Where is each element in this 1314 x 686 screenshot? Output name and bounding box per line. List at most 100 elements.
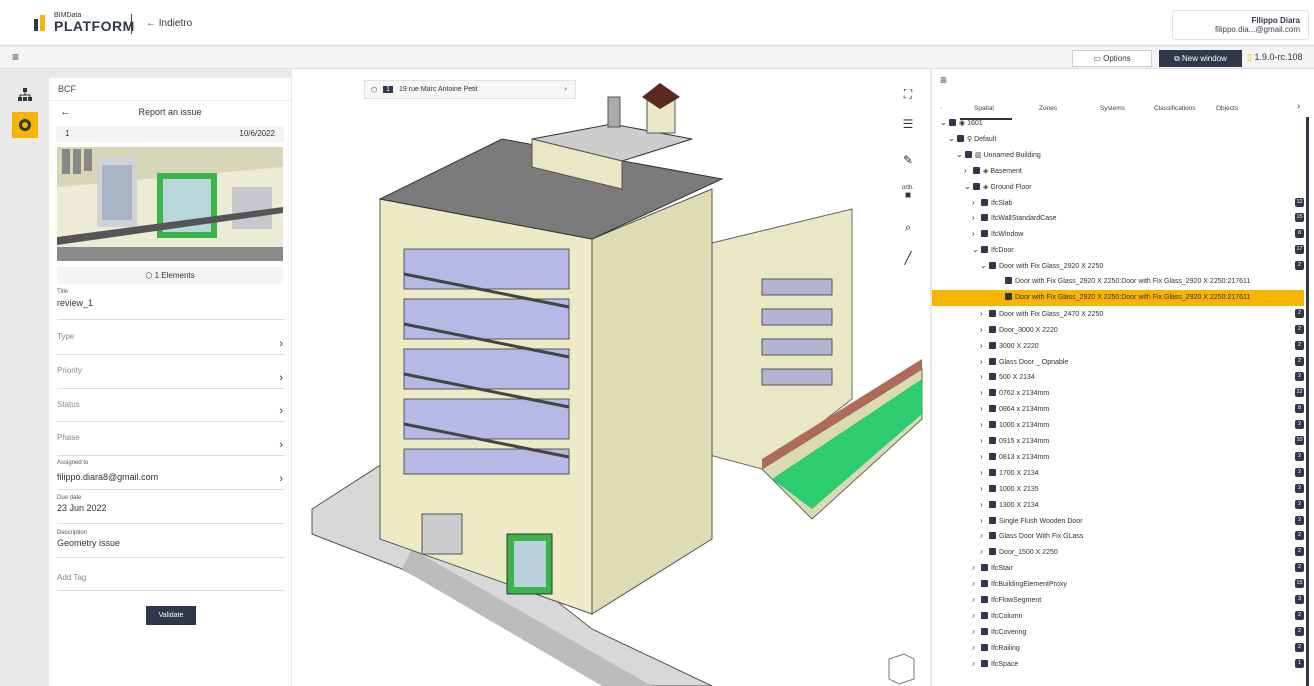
- checkbox[interactable]: [989, 262, 996, 270]
- model-selector[interactable]: ⬡ 1 19 rue Marc Antoine Petit ›: [364, 80, 576, 99]
- checkbox[interactable]: [981, 596, 988, 603]
- tree-row[interactable]: › Single Flush Wooden Door 2: [932, 513, 1304, 529]
- chevron-right-icon[interactable]: ›: [980, 338, 989, 354]
- tree-row[interactable]: › 0813 x 2134mm 2: [932, 449, 1304, 465]
- chevron-down-icon[interactable]: ⌄: [948, 131, 957, 147]
- checkbox[interactable]: [989, 309, 996, 317]
- type-select[interactable]: Type ›: [57, 332, 285, 355]
- chevron-right-icon[interactable]: ›: [972, 560, 981, 576]
- chevron-right-icon[interactable]: ›: [980, 481, 989, 497]
- checkbox[interactable]: [981, 643, 988, 651]
- tab-spatial[interactable]: Spatial: [974, 105, 994, 112]
- bcf-tool-icon[interactable]: [12, 112, 38, 138]
- checkbox[interactable]: [981, 246, 988, 254]
- chevron-right-icon[interactable]: ›: [972, 226, 981, 242]
- menu-icon[interactable]: ≡: [940, 73, 947, 87]
- tree-row[interactable]: › Door_3000 X 2220 2: [932, 322, 1304, 338]
- tree-row[interactable]: › 1700 X 2134 2: [932, 465, 1304, 481]
- tree-row[interactable]: › 1000 X 2135 2: [932, 481, 1304, 497]
- chevron-right-icon[interactable]: ›: [980, 544, 989, 560]
- checkbox[interactable]: [981, 611, 988, 619]
- checkbox[interactable]: [989, 548, 996, 556]
- chevron-right-icon[interactable]: ›: [980, 306, 989, 322]
- tree-row[interactable]: › IfcSlab 12: [932, 195, 1304, 211]
- menu-icon[interactable]: ≡: [12, 50, 19, 64]
- logo[interactable]: BIMData PLATFORM: [54, 12, 135, 33]
- tree-row[interactable]: › IfcStair 2: [932, 560, 1304, 576]
- chevron-down-icon[interactable]: ⌄: [964, 179, 973, 195]
- tree-row[interactable]: › 500 X 2134 2: [932, 369, 1304, 385]
- back-link[interactable]: ← Indietro: [146, 18, 192, 29]
- title-field[interactable]: Title review_1: [57, 289, 285, 320]
- chevron-left-icon[interactable]: ‹: [940, 105, 942, 112]
- checkbox[interactable]: [989, 516, 996, 524]
- fullscreen-icon[interactable]: ⛶: [897, 83, 919, 105]
- search-icon[interactable]: ⌕: [897, 216, 919, 238]
- hierarchy-icon[interactable]: [12, 82, 38, 108]
- checkbox[interactable]: [965, 150, 972, 158]
- chevron-right-icon[interactable]: ›: [972, 656, 981, 672]
- tree-row[interactable]: ⌄ Door with Fix Glass_2920 X 2250 2: [932, 258, 1304, 274]
- tree-row[interactable]: ⌄ ◈ Ground Floor: [932, 179, 1304, 195]
- chevron-right-icon[interactable]: ›: [972, 210, 981, 226]
- checkbox[interactable]: [989, 389, 996, 397]
- tree-row[interactable]: ⌄ ◉ 1601: [932, 115, 1304, 131]
- checkbox[interactable]: [949, 119, 956, 126]
- chevron-down-icon[interactable]: ⌄: [940, 115, 949, 131]
- description-field[interactable]: Description Geometry issue: [57, 530, 285, 558]
- add-tag-input[interactable]: Add Tag: [57, 573, 285, 591]
- checkbox[interactable]: [973, 166, 980, 174]
- tree-row[interactable]: › 1300 X 2134 2: [932, 497, 1304, 513]
- status-select[interactable]: Status ›: [57, 400, 285, 422]
- checkbox[interactable]: [957, 134, 964, 142]
- chevron-right-icon[interactable]: ›: [980, 354, 989, 370]
- user-menu[interactable]: Filippo Diara filippo.dia...@gmail.com: [1172, 10, 1309, 40]
- chevron-down-icon[interactable]: ⌄: [980, 258, 989, 274]
- checkbox[interactable]: [989, 484, 996, 492]
- tree-row[interactable]: › IfcSpace 1: [932, 656, 1304, 672]
- checkbox[interactable]: [1005, 277, 1012, 284]
- priority-select[interactable]: Priority ›: [57, 366, 285, 389]
- chevron-right-icon[interactable]: ›: [980, 385, 989, 401]
- checkbox[interactable]: [981, 214, 988, 222]
- tree-row[interactable]: › ◈ Basement: [932, 163, 1304, 179]
- chevron-right-icon[interactable]: ›: [980, 369, 989, 385]
- back-arrow-icon[interactable]: ←: [60, 101, 71, 123]
- tree-row[interactable]: › 0864 x 2134mm 8: [932, 401, 1304, 417]
- chevron-right-icon[interactable]: ›: [980, 322, 989, 338]
- elements-button[interactable]: ⬡ 1 Elements: [57, 267, 283, 284]
- checkbox[interactable]: [989, 341, 996, 349]
- tree-row[interactable]: › 0762 x 2134mm 22: [932, 385, 1304, 401]
- tree-row[interactable]: › IfcFlowSegment 3: [932, 592, 1304, 608]
- tree-row[interactable]: › 0915 x 2134mm 10: [932, 433, 1304, 449]
- chevron-right-icon[interactable]: ›: [980, 497, 989, 513]
- tab-classifications[interactable]: Classifications: [1154, 105, 1196, 112]
- orthographic-camera-icon[interactable]: orth. ■: [897, 182, 919, 204]
- chevron-right-icon[interactable]: ›: [972, 592, 981, 608]
- checkbox[interactable]: [989, 500, 996, 508]
- chevron-right-icon[interactable]: ›: [980, 417, 989, 433]
- tree-row[interactable]: › Glass Door With Fix GLass 2: [932, 528, 1304, 544]
- checkbox[interactable]: [989, 452, 996, 460]
- tree-row[interactable]: › Door with Fix Glass_2470 X 2250 2: [932, 306, 1304, 322]
- paint-icon[interactable]: ✎: [897, 149, 919, 171]
- checkbox[interactable]: [989, 421, 996, 429]
- chevron-right-icon[interactable]: ›: [980, 401, 989, 417]
- tree-row[interactable]: › IfcRailing 2: [932, 640, 1304, 656]
- checkbox[interactable]: [981, 230, 988, 238]
- tree-row[interactable]: Door with Fix Glass_2920 X 2250:Door wit…: [932, 274, 1304, 290]
- options-button[interactable]: ▭ Options: [1072, 50, 1152, 67]
- checkbox[interactable]: [989, 468, 996, 476]
- chevron-right-icon[interactable]: ›: [980, 513, 989, 529]
- chevron-right-icon[interactable]: ›: [964, 163, 973, 179]
- tab-zones[interactable]: Zones: [1039, 105, 1057, 112]
- checkbox[interactable]: [981, 564, 988, 572]
- measure-icon[interactable]: ╱: [897, 247, 919, 269]
- chevron-right-icon[interactable]: ›: [972, 576, 981, 592]
- tree-row[interactable]: › IfcWindow 8: [932, 226, 1304, 242]
- settings-sliders-icon[interactable]: ☰: [897, 113, 919, 135]
- new-window-button[interactable]: ⧉ New window: [1159, 50, 1242, 67]
- tree-row[interactable]: ⌄ ⚲ Default: [932, 131, 1304, 147]
- tab-objects[interactable]: Objects: [1216, 105, 1238, 112]
- chevron-down-icon[interactable]: ⌄: [956, 147, 965, 163]
